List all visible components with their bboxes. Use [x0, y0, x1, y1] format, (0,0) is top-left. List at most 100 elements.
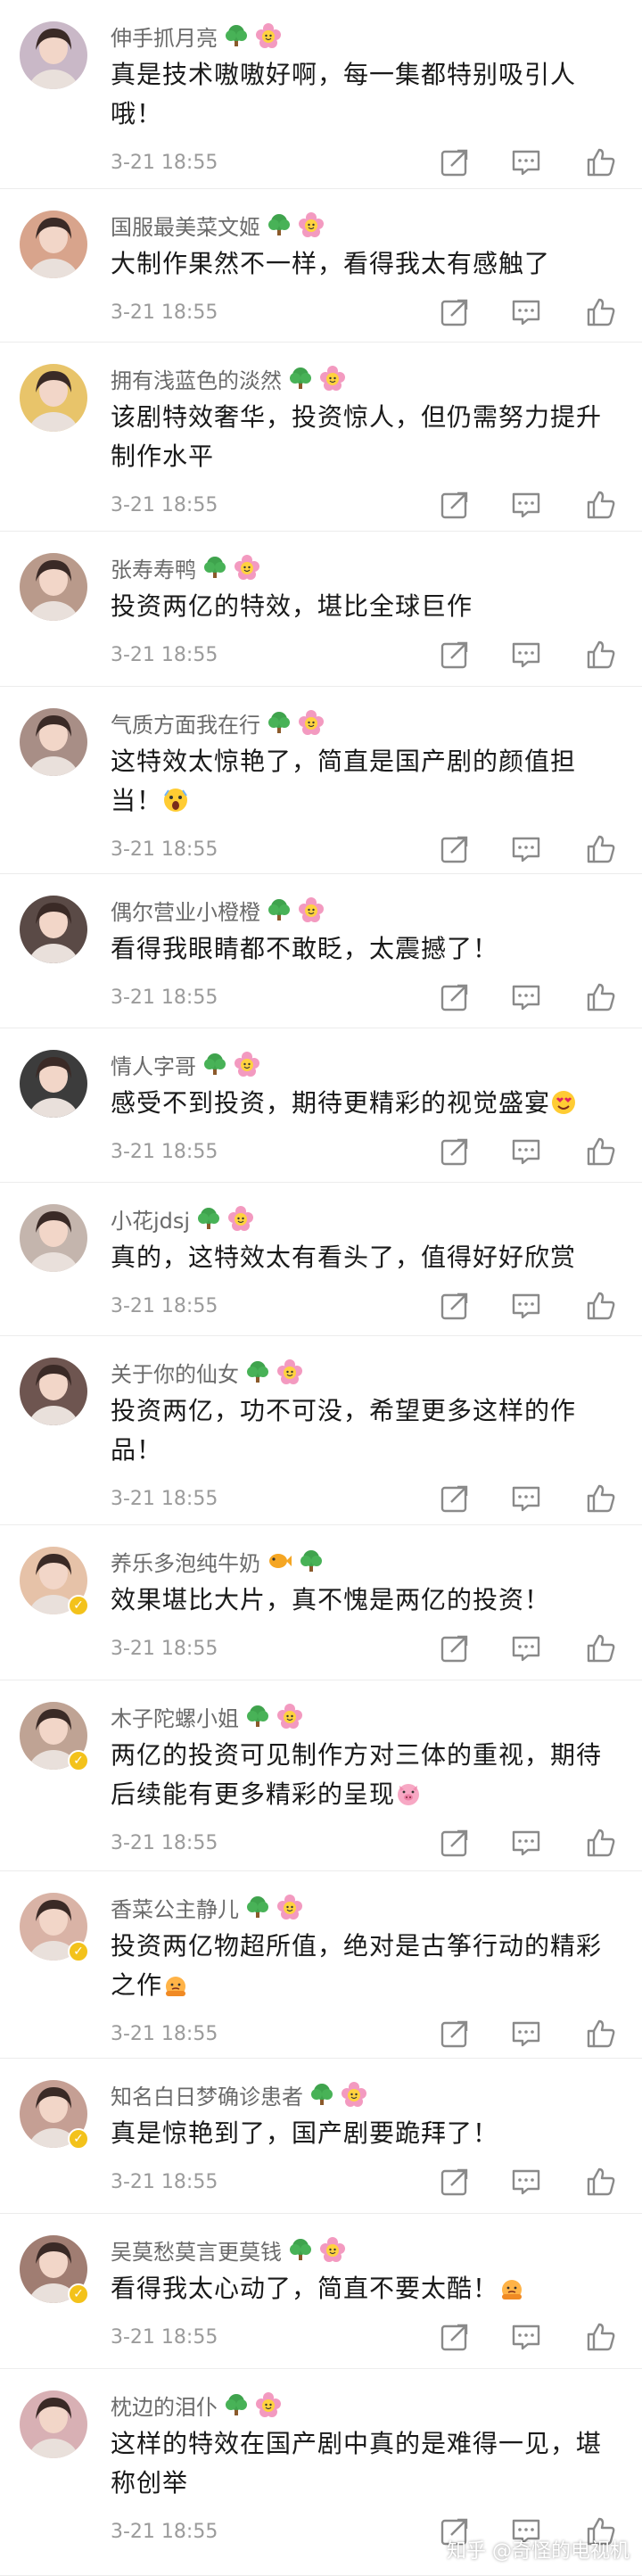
username[interactable]: 偶尔营业小橙橙: [111, 895, 260, 926]
forward-button[interactable]: [437, 2319, 473, 2355]
avatar[interactable]: [20, 1050, 87, 1118]
reply-button[interactable]: [508, 1481, 544, 1516]
forward-button[interactable]: [437, 487, 473, 523]
forward-button[interactable]: [437, 2016, 473, 2052]
avatar[interactable]: ✓: [20, 2235, 89, 2305]
avatar[interactable]: [20, 364, 87, 432]
avatar[interactable]: ✓: [20, 1702, 89, 1771]
reply-button[interactable]: [508, 2319, 544, 2355]
verified-badge-icon: ✓: [68, 1595, 89, 1616]
comment-text: 看得我太心动了，简直不要太酷！: [111, 2269, 610, 2308]
like-button[interactable]: [583, 2016, 619, 2052]
forward-icon: [437, 296, 473, 328]
username[interactable]: 知名白日梦确诊患者: [111, 2079, 303, 2110]
avatar[interactable]: [20, 708, 87, 776]
username[interactable]: 枕边的泪仆: [111, 2390, 218, 2421]
watermark: 知乎 @奇怪的电视机: [447, 2540, 630, 2563]
name-row: 木子陀螺小姐: [111, 1700, 303, 1732]
username[interactable]: 气质方面我在行: [111, 707, 260, 739]
reply-button[interactable]: [508, 979, 544, 1015]
like-button[interactable]: [583, 2164, 619, 2200]
username[interactable]: 国服最美菜文姬: [111, 210, 260, 241]
flower-badge-icon: [319, 365, 346, 392]
like-button[interactable]: [583, 144, 619, 180]
reply-button[interactable]: [508, 1825, 544, 1861]
forward-button[interactable]: [437, 1134, 473, 1169]
reply-button[interactable]: [508, 831, 544, 867]
forward-button[interactable]: [437, 1288, 473, 1324]
username[interactable]: 木子陀螺小姐: [111, 1701, 239, 1732]
tree-badge-icon: [223, 22, 250, 49]
username[interactable]: 养乐多泡纯牛奶: [111, 1546, 260, 1577]
like-button[interactable]: [583, 831, 619, 867]
avatar[interactable]: [20, 211, 87, 278]
forward-button[interactable]: [437, 637, 473, 673]
avatar[interactable]: [20, 553, 87, 621]
username[interactable]: 吴莫愁莫言更莫钱: [111, 2234, 282, 2266]
comment-icon: [508, 833, 544, 865]
avatar[interactable]: [20, 1204, 87, 1272]
reply-button[interactable]: [508, 637, 544, 673]
flower-badge-icon: [341, 2081, 367, 2108]
like-button[interactable]: [583, 1134, 619, 1169]
name-row: 枕边的泪仆: [111, 2389, 282, 2421]
comment-text: 这样的特效在国产剧中真的是难得一见，堪称创举: [111, 2424, 610, 2503]
username[interactable]: 张寿寿鸭: [111, 552, 196, 583]
forward-button[interactable]: [437, 979, 473, 1015]
like-button[interactable]: [583, 487, 619, 523]
comment-actions: [437, 637, 624, 673]
avatar[interactable]: ✓: [20, 1893, 89, 1962]
bow-emoji-icon: [162, 1971, 189, 1998]
comment-item: ✓ 养乐多泡纯牛奶 效果堪比大片，真不愧是两亿的投资！ 3-21 18:55: [0, 1525, 642, 1680]
forward-button[interactable]: [437, 1825, 473, 1861]
avatar[interactable]: [20, 2390, 87, 2458]
like-button[interactable]: [583, 979, 619, 1015]
comment-actions: [437, 831, 624, 867]
reply-button[interactable]: [508, 487, 544, 523]
timestamp: 3-21 18:55: [111, 986, 218, 1009]
flower-badge-icon: [276, 1894, 303, 1920]
forward-button[interactable]: [437, 294, 473, 330]
name-row: 情人字哥: [111, 1048, 260, 1080]
reply-button[interactable]: [508, 2164, 544, 2200]
comment-text-content: 效果堪比大片，真不愧是两亿的投资！: [111, 1585, 551, 1614]
forward-button[interactable]: [437, 831, 473, 867]
reply-button[interactable]: [508, 2016, 544, 2052]
username[interactable]: 小花jdsj: [111, 1203, 190, 1234]
forward-button[interactable]: [437, 1481, 473, 1516]
reply-button[interactable]: [508, 144, 544, 180]
comment-actions: [437, 1631, 624, 1666]
like-button[interactable]: [583, 2319, 619, 2355]
like-button[interactable]: [583, 294, 619, 330]
comment-text-content: 投资两亿，功不可没，希望更多这样的作品！: [111, 1396, 577, 1465]
username[interactable]: 伸手抓月亮: [111, 21, 218, 52]
like-button[interactable]: [583, 1288, 619, 1324]
forward-button[interactable]: [437, 1631, 473, 1666]
comment-text: 真是技术嗷嗷好啊，每一集都特别吸引人哦！: [111, 55, 610, 134]
avatar[interactable]: [20, 21, 87, 89]
thumbs-up-icon: [583, 981, 619, 1013]
like-button[interactable]: [583, 637, 619, 673]
avatar[interactable]: [20, 1358, 87, 1425]
tree-badge-icon: [266, 211, 292, 238]
reply-button[interactable]: [508, 1134, 544, 1169]
reply-button[interactable]: [508, 1631, 544, 1666]
thumbs-up-icon: [583, 1827, 619, 1859]
forward-button[interactable]: [437, 144, 473, 180]
like-button[interactable]: [583, 1631, 619, 1666]
avatar[interactable]: ✓: [20, 1547, 89, 1616]
username[interactable]: 香菜公主静儿: [111, 1892, 239, 1923]
like-button[interactable]: [583, 1481, 619, 1516]
username[interactable]: 拥有浅蓝色的淡然: [111, 363, 282, 394]
username[interactable]: 关于你的仙女: [111, 1357, 239, 1388]
like-button[interactable]: [583, 1825, 619, 1861]
forward-button[interactable]: [437, 2164, 473, 2200]
reply-button[interactable]: [508, 294, 544, 330]
username[interactable]: 情人字哥: [111, 1049, 196, 1080]
comment-actions: [437, 1134, 624, 1169]
reply-button[interactable]: [508, 1288, 544, 1324]
avatar[interactable]: ✓: [20, 2080, 89, 2150]
avatar[interactable]: [20, 896, 87, 963]
forward-icon: [437, 146, 473, 178]
comment-meta: 3-21 18:55: [111, 1482, 218, 1515]
